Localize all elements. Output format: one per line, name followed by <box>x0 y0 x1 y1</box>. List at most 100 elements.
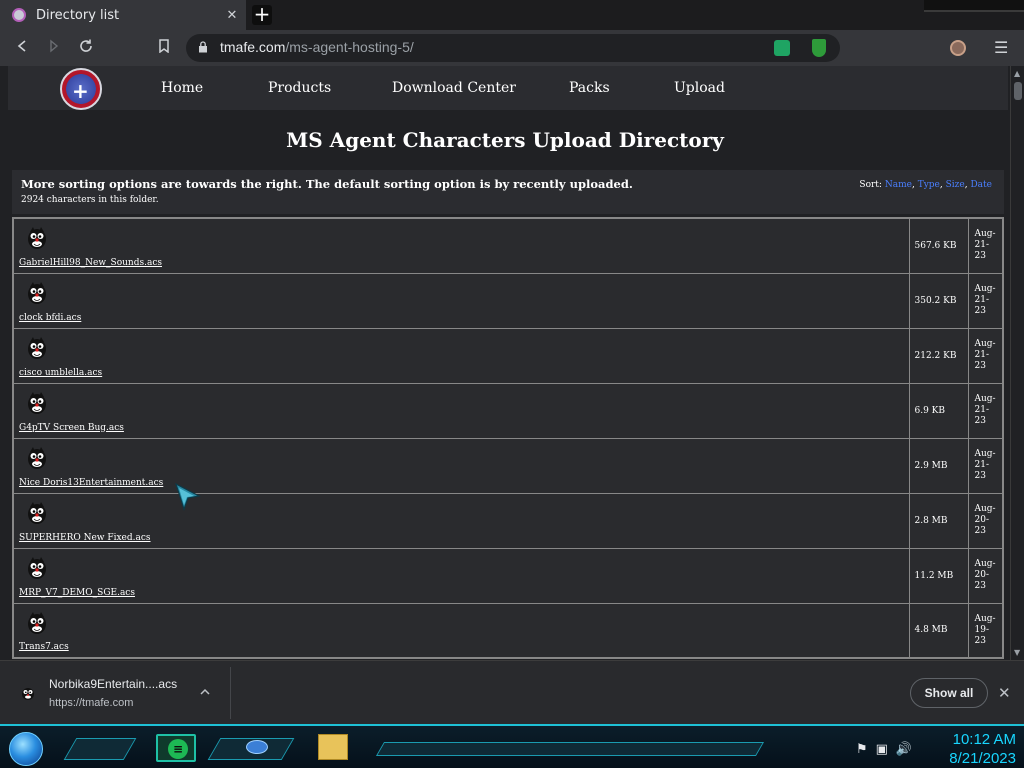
character-count: 2924 characters in this folder. <box>21 195 159 205</box>
page-scrollbar[interactable]: ▲ ▼ <box>1010 66 1024 660</box>
table-row: cisco umblella.acs 212.2 KB Aug- 21- 23 <box>12 327 1004 384</box>
file-table: GabrielHill98_New_Sounds.acs 567.6 KB Aug-… <box>12 217 1004 659</box>
taskbar-app-chat[interactable]: ≡ <box>156 734 196 762</box>
file-name-cell: G4pTV Screen Bug.acs <box>12 382 910 439</box>
browser-tab[interactable]: Directory list ✕ <box>0 0 246 30</box>
url-text[interactable]: tmafe.com/ms-agent-hosting-5/ <box>220 39 414 55</box>
reload-icon[interactable] <box>76 38 96 58</box>
start-button[interactable] <box>9 732 43 766</box>
file-date: Aug- 19- 23 <box>967 602 1004 659</box>
agent-character-icon[interactable] <box>26 446 48 470</box>
taskbar-app-browser[interactable] <box>246 740 268 754</box>
nav-download-center[interactable]: Download Center <box>392 80 516 96</box>
agent-character-icon[interactable] <box>26 556 48 580</box>
file-name-cell: clock bfdi.acs <box>12 272 910 329</box>
file-date: Aug- 21- 23 <box>967 382 1004 439</box>
site-logo[interactable]: + <box>60 68 102 110</box>
close-icon[interactable]: ✕ <box>998 684 1011 702</box>
agent-character-icon[interactable] <box>26 391 48 415</box>
agent-character-icon[interactable] <box>26 611 48 635</box>
system-tray[interactable]: ⚑▣🔊 <box>856 742 920 757</box>
sorting-hint: More sorting options are towards the rig… <box>21 177 633 191</box>
file-link[interactable]: Nice Doris13Entertainment.acs <box>19 478 163 488</box>
file-link[interactable]: clock bfdi.acs <box>19 313 81 323</box>
file-link[interactable]: MRP_V7_DEMO_SGE.acs <box>19 588 135 598</box>
table-row: MRP_V7_DEMO_SGE.acs 11.2 MB Aug- 20- 23 <box>12 547 1004 604</box>
file-date: Aug- 21- 23 <box>967 437 1004 494</box>
browser-menu-icon[interactable]: ☰ <box>994 38 1008 57</box>
site-favicon-icon <box>12 8 26 22</box>
shelf-divider <box>230 667 231 719</box>
forward-icon[interactable] <box>44 38 64 58</box>
sort-options: Sort: Name, Type, Size, Date <box>859 180 992 190</box>
file-size: 6.9 KB <box>908 382 969 439</box>
download-filename[interactable]: Norbika9Entertain....acs <box>49 677 177 691</box>
agent-character-icon[interactable] <box>26 336 48 360</box>
file-size: 567.6 KB <box>908 217 969 274</box>
file-link[interactable]: SUPERHERO New Fixed.acs <box>19 533 151 543</box>
new-tab-button[interactable]: + <box>252 4 272 25</box>
file-size: 350.2 KB <box>908 272 969 329</box>
file-size: 2.8 MB <box>908 492 969 549</box>
taskbar-decoration <box>63 738 137 760</box>
nav-home[interactable]: Home <box>161 80 203 96</box>
scrollbar-thumb[interactable] <box>1014 82 1022 100</box>
show-all-button[interactable]: Show all <box>910 678 988 708</box>
page-viewport: + Home Products Download Center Packs Up… <box>0 66 1010 660</box>
file-name-cell: GabrielHill98_New_Sounds.acs <box>12 217 910 274</box>
file-size: 4.8 MB <box>908 602 969 659</box>
file-date: Aug- 21- 23 <box>967 327 1004 384</box>
file-link[interactable]: GabrielHill98_New_Sounds.acs <box>19 258 162 268</box>
lock-icon[interactable] <box>198 41 208 53</box>
sort-by-size[interactable]: Size <box>946 180 965 190</box>
file-date: Aug- 21- 23 <box>967 217 1004 274</box>
agent-character-icon[interactable] <box>26 281 48 305</box>
scroll-up-icon[interactable]: ▲ <box>1014 69 1020 78</box>
page-title: MS Agent Characters Upload Directory <box>286 128 724 152</box>
scroll-down-icon[interactable]: ▼ <box>1014 648 1020 657</box>
nav-products[interactable]: Products <box>268 80 331 96</box>
taskbar: ≡ ⚑▣🔊 10:12 AM 8/21/2023 <box>0 724 1024 768</box>
sort-by-type[interactable]: Type <box>918 180 940 190</box>
profile-avatar[interactable] <box>950 40 966 56</box>
directory-info: More sorting options are towards the rig… <box>12 170 1004 214</box>
agent-character-icon[interactable] <box>26 226 48 250</box>
file-name-cell: SUPERHERO New Fixed.acs <box>12 492 910 549</box>
tab-close-icon[interactable]: ✕ <box>224 8 240 23</box>
mouse-cursor-icon <box>175 483 201 511</box>
file-size: 2.9 MB <box>908 437 969 494</box>
taskbar-clock[interactable]: 10:12 AM 8/21/2023 <box>934 730 1016 768</box>
file-link[interactable]: G4pTV Screen Bug.acs <box>19 423 124 433</box>
bookmark-icon[interactable] <box>154 38 174 58</box>
table-row: Trans7.acs 4.8 MB Aug- 19- 23 <box>12 602 1004 659</box>
clock-time: 10:12 AM <box>952 731 1016 748</box>
file-size: 212.2 KB <box>908 327 969 384</box>
extension-chat-icon[interactable] <box>774 40 790 56</box>
sort-by-name[interactable]: Name <box>885 180 912 190</box>
sort-by-date[interactable]: Date <box>970 180 992 190</box>
table-row: GabrielHill98_New_Sounds.acs 567.6 KB Aug-… <box>12 217 1004 274</box>
extension-shield-icon[interactable] <box>812 39 826 57</box>
file-name-cell: Nice Doris13Entertainment.acs <box>12 437 910 494</box>
address-bar[interactable]: tmafe.com/ms-agent-hosting-5/ <box>186 34 840 62</box>
nav-packs[interactable]: Packs <box>569 80 610 96</box>
page-banner: MS Agent Characters Upload Directory <box>0 110 1010 166</box>
file-name-cell: Trans7.acs <box>12 602 910 659</box>
agent-character-icon[interactable] <box>26 501 48 525</box>
table-row: Nice Doris13Entertainment.acs 2.9 MB Aug- 2… <box>12 437 1004 494</box>
tab-strip: Directory list ✕ + <box>0 0 1024 30</box>
taskbar-app-explorer[interactable] <box>318 734 348 760</box>
chevron-up-icon[interactable] <box>200 685 210 699</box>
nav-upload[interactable]: Upload <box>674 80 725 96</box>
agent-file-icon <box>22 688 34 700</box>
file-link[interactable]: cisco umblella.acs <box>19 368 102 378</box>
file-date: Aug- 20- 23 <box>967 547 1004 604</box>
file-name-cell: cisco umblella.acs <box>12 327 910 384</box>
file-name-cell: MRP_V7_DEMO_SGE.acs <box>12 547 910 604</box>
file-link[interactable]: Trans7.acs <box>19 642 69 652</box>
tab-title: Directory list <box>36 7 120 23</box>
table-row: clock bfdi.acs 350.2 KB Aug- 21- 23 <box>12 272 1004 329</box>
site-navbar: + Home Products Download Center Packs Up… <box>8 66 1008 110</box>
sort-label: Sort: <box>859 180 882 190</box>
back-icon[interactable] <box>12 38 32 58</box>
